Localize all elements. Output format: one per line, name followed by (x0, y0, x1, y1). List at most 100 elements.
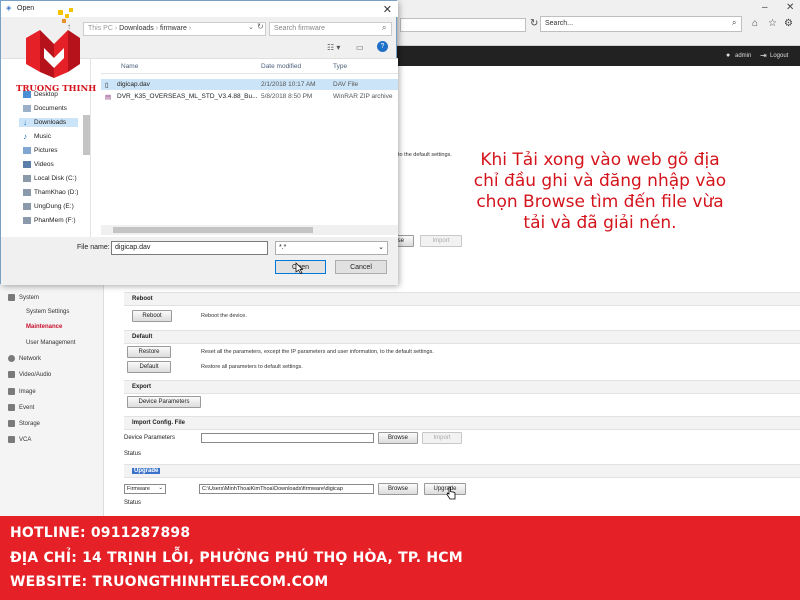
sidebar-item-video-audio[interactable]: Video/Audio (8, 371, 51, 378)
winrar-icon: ▤ (105, 94, 112, 101)
drive-icon (23, 189, 31, 196)
filename-input[interactable]: digicap.dav (111, 241, 268, 255)
import-status-label: Status (124, 451, 142, 457)
website-text: WEBSITE: TRUONGTHINHTELECOM.COM (10, 574, 329, 590)
nav-item-thamkhao-d[interactable]: ThamKhao (D:) (23, 189, 78, 196)
favorites-icon[interactable]: ☆ (768, 18, 777, 29)
nav-item-phanmem-f[interactable]: PhanMem (F:) (23, 217, 76, 224)
chevron-down-icon[interactable]: ⌄ (248, 23, 254, 31)
dialog-search-input[interactable]: Search firmware (269, 22, 392, 36)
upgrade-section-title: Upgrade (132, 468, 161, 474)
drive-icon (23, 203, 31, 210)
export-section-title: Export (124, 380, 800, 394)
view-options-icon[interactable]: ☷ ▾ (327, 43, 340, 52)
horizontal-scrollbar[interactable] (101, 225, 398, 235)
caption-line: Khi Tải xong vào web gõ địa (480, 150, 720, 170)
help-icon[interactable]: ? (377, 41, 388, 52)
vca-icon (8, 436, 15, 443)
logout-link[interactable]: Logout (770, 53, 788, 59)
sidebar-item-system[interactable]: System (8, 294, 39, 301)
preview-pane-icon[interactable]: ▭ (356, 43, 364, 52)
caption-line: chọn Browse tìm đến file vừa (476, 192, 724, 212)
sidebar-item-system-settings[interactable]: System Settings (26, 309, 69, 315)
default-button[interactable]: Default (127, 361, 171, 373)
event-icon (8, 404, 15, 411)
filename-label: File name: (77, 244, 110, 251)
browser-search-input[interactable]: Search... (540, 16, 742, 32)
upgrade-section-bar: Upgrade (124, 464, 800, 478)
nav-item-videos[interactable]: Videos (23, 161, 54, 168)
documents-icon (23, 105, 31, 112)
caption-line: chỉ đầu ghi và đăng nhập vào (473, 171, 727, 191)
dialog-app-icon: ◈ (6, 5, 12, 12)
search-icon[interactable]: ⌕ (382, 23, 386, 33)
sidebar-item-event[interactable]: Event (8, 404, 34, 411)
sidebar-item-storage[interactable]: Storage (8, 420, 40, 427)
music-icon: ♪ (23, 132, 27, 141)
storage-icon (8, 420, 15, 427)
cancel-button[interactable]: Cancel (335, 260, 387, 274)
file-row-dvr-zip[interactable]: ▤ DVR_K35_OVERSEAS_ML_STD_V3.4.88_Bu... … (101, 91, 398, 102)
upgrade-button[interactable]: Upgrade (424, 483, 466, 495)
address-text: ĐỊA CHỈ: 14 TRỊNH LỖI, PHƯỜNG PHÚ THỌ HÒ… (10, 550, 463, 566)
file-type-filter[interactable]: *.* ⌄ (275, 241, 388, 255)
nav-item-downloads[interactable]: ↓ Downloads (19, 118, 79, 127)
drive-icon (23, 217, 31, 224)
hotline-text: HOTLINE: 0911287898 (10, 525, 191, 541)
nav-item-local-disk-c[interactable]: Local Disk (C:) (23, 175, 77, 182)
file-row-digicap[interactable]: ▯ digicap.dav 2/1/2018 10:17 AM DAV File (101, 79, 398, 90)
contact-footer: HOTLINE: 0911287898 ĐỊA CHỈ: 14 TRỊNH LỖ… (0, 516, 800, 600)
sidebar-item-vca[interactable]: VCA (8, 436, 31, 443)
import-device-parameters-label: Device Parameters (124, 435, 176, 441)
home-icon[interactable]: ⌂ (752, 18, 758, 29)
file-icon: ▯ (105, 82, 109, 89)
refresh-icon[interactable]: ↻ (257, 22, 264, 31)
settings-sidebar: System System Settings Maintenance User … (0, 284, 104, 516)
close-icon[interactable]: ✕ (383, 3, 392, 16)
import-button[interactable]: Import (422, 432, 462, 444)
column-header-name[interactable]: Name (121, 63, 138, 70)
chevron-down-icon: ⌄ (378, 244, 384, 251)
refresh-icon[interactable]: ↻ (530, 18, 538, 29)
import-file-path-field[interactable] (201, 433, 374, 443)
mouse-cursor-icon (295, 262, 303, 274)
drive-icon (23, 175, 31, 182)
partial-import-button[interactable]: Import (420, 235, 462, 247)
upgrade-type-select[interactable]: Firmware ⌄ (124, 484, 166, 494)
logo-mark (26, 8, 80, 78)
default-section-title: Default (124, 330, 800, 344)
close-window-icon[interactable]: ✕ (786, 2, 794, 13)
sidebar-item-maintenance[interactable]: Maintenance (26, 324, 62, 330)
caption-line: tải và đã giải nén. (523, 213, 677, 233)
default-desc: Restore all parameters to default settin… (201, 364, 303, 370)
sidebar-item-network[interactable]: Network (8, 355, 41, 362)
sidebar-item-image[interactable]: Image (8, 388, 36, 395)
chevron-down-icon: ⌄ (158, 485, 163, 491)
sidebar-item-user-management[interactable]: User Management (26, 340, 75, 346)
nav-scrollbar[interactable] (83, 115, 90, 155)
breadcrumb[interactable]: This PC › Downloads › firmware › (83, 22, 266, 36)
restore-desc: Reset all the parameters, except the IP … (201, 349, 434, 355)
nav-item-pictures[interactable]: Pictures (23, 147, 57, 154)
network-icon (8, 355, 15, 362)
nav-item-ungdung-e[interactable]: UngDung (E:) (23, 203, 74, 210)
reboot-button[interactable]: Reboot (132, 310, 172, 322)
upgrade-browse-button[interactable]: Browse (378, 483, 418, 495)
video-icon (8, 371, 15, 378)
column-header-date[interactable]: Date modified (261, 63, 301, 70)
search-icon[interactable]: ⌕ (732, 18, 736, 28)
column-header-type[interactable]: Type (333, 63, 347, 70)
export-device-parameters-button[interactable]: Device Parameters (127, 396, 201, 408)
upgrade-file-path-field[interactable]: C:\Users\MinhThoaiKimThoa\Downloads\firm… (199, 484, 374, 494)
instruction-caption: Khi Tải xong vào web gõ địa chỉ đầu ghi … (400, 150, 800, 234)
scroll-thumb[interactable] (113, 227, 313, 233)
address-bar[interactable] (400, 18, 526, 32)
nav-item-music[interactable]: ♪ Music (23, 132, 51, 141)
nav-item-documents[interactable]: Documents (23, 105, 67, 112)
restore-button[interactable]: Restore (127, 346, 171, 358)
truong-thinh-logo: TRUONG THINH (16, 8, 96, 94)
settings-icon[interactable]: ⚙ (784, 18, 793, 29)
minimize-icon[interactable]: – (762, 2, 768, 13)
import-config-section-title: Import Config. File (124, 416, 800, 430)
import-browse-button[interactable]: Browse (378, 432, 418, 444)
